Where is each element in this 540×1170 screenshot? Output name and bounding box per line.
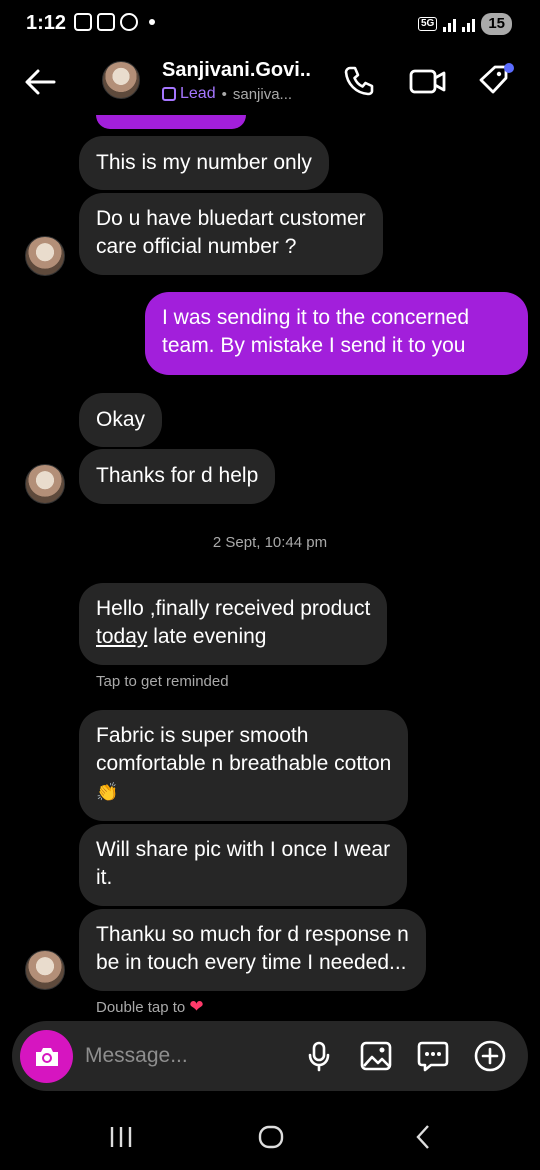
- message-text: Thanks for d help: [96, 464, 259, 487]
- message-input[interactable]: Message...: [85, 1044, 188, 1068]
- reminder-hint[interactable]: Tap to get reminded: [96, 673, 229, 690]
- home-icon[interactable]: [256, 1122, 286, 1152]
- previous-message-edge: [96, 115, 246, 129]
- message-text-line: Will share pic with I once I wear: [96, 838, 391, 861]
- contact-avatar[interactable]: [102, 61, 140, 99]
- tag-icon[interactable]: [476, 63, 518, 99]
- message-text: Okay: [96, 408, 146, 431]
- screenshot-icon: [97, 13, 115, 31]
- message-text-line: I was sending it to the concerned: [162, 306, 470, 329]
- clapping-hands-emoji: 👏: [96, 782, 119, 802]
- contact-avatar-small[interactable]: [25, 236, 65, 276]
- contact-subtitle: Lead • sanjiva...: [162, 85, 292, 103]
- message-text-line: Do u have bluedart customer: [96, 207, 366, 230]
- status-right: 5G 15: [417, 13, 512, 35]
- message-text-line: care official number ?: [96, 235, 297, 258]
- notification-icons: [74, 13, 155, 31]
- message-bubble[interactable]: Thanku so much for d response n be in to…: [79, 909, 426, 991]
- message-bubble[interactable]: Do u have bluedart customer care officia…: [79, 193, 383, 275]
- lead-text: Lead: [180, 85, 216, 102]
- heart-icon: ❤: [189, 997, 204, 1016]
- message-text-line: comfortable n breathable cotton: [96, 752, 392, 775]
- message-bubble[interactable]: This is my number only: [79, 136, 329, 190]
- message-text-line: team. By mistake I send it to you: [162, 334, 466, 357]
- add-plus-icon[interactable]: [473, 1039, 507, 1073]
- more-notifications-dot-icon: [149, 19, 155, 25]
- whatsapp-icon: [120, 13, 138, 31]
- message-composer: Message...: [12, 1021, 528, 1091]
- signal-icon-2: [462, 16, 476, 32]
- date-link[interactable]: today: [96, 625, 147, 648]
- message-text-line: Hello ,finally received product: [96, 597, 371, 620]
- contact-avatar-small[interactable]: [25, 464, 65, 504]
- message-text: This is my number only: [96, 151, 312, 174]
- video-call-icon[interactable]: [408, 63, 448, 99]
- date-separator: 2 Sept, 10:44 pm: [212, 534, 328, 551]
- status-time: 1:12: [26, 12, 67, 34]
- camera-button[interactable]: [20, 1030, 73, 1083]
- recent-apps-icon[interactable]: [106, 1122, 136, 1152]
- lead-label: Lead: [162, 85, 216, 103]
- gallery-icon[interactable]: [359, 1039, 393, 1073]
- message-bubble[interactable]: Hello ,finally received product today la…: [79, 583, 388, 665]
- message-bubble[interactable]: Okay: [79, 393, 163, 447]
- network-type: 5G: [417, 17, 438, 31]
- double-tap-hint: Double tap to ❤: [96, 997, 204, 1017]
- message-text-rest: late evening: [147, 625, 267, 648]
- double-tap-text: Double tap to: [96, 999, 186, 1016]
- contact-handle: sanjiva...: [232, 85, 293, 103]
- back-arrow-icon[interactable]: [22, 64, 58, 100]
- notification-dot-icon: [504, 63, 514, 73]
- own-message-bubble[interactable]: I was sending it to the concerned team. …: [145, 292, 528, 375]
- status-bar: 1:12 5G 15: [0, 0, 540, 50]
- chat-header: Sanjivani.Govi... Lead • sanjiva...: [0, 50, 540, 120]
- play-store-icon: [74, 13, 92, 31]
- camera-icon: [35, 1047, 58, 1066]
- contact-avatar-small[interactable]: [25, 950, 65, 990]
- message-text-line: Thanku so much for d response n: [96, 923, 409, 946]
- message-bubble[interactable]: Thanks for d help: [79, 449, 276, 504]
- signal-icon: [443, 16, 457, 32]
- sticker-chat-icon[interactable]: [416, 1039, 450, 1073]
- lead-icon: [162, 87, 176, 101]
- phone-icon[interactable]: [341, 63, 377, 99]
- separator-dot: •: [221, 85, 227, 103]
- battery-level: 15: [481, 13, 512, 35]
- message-text-line: be in touch every time I needed...: [96, 951, 407, 974]
- message-bubble[interactable]: Will share pic with I once I wear it.: [79, 824, 408, 906]
- back-nav-icon[interactable]: [408, 1122, 438, 1152]
- microphone-icon[interactable]: [302, 1039, 336, 1073]
- system-nav-bar: [0, 1100, 540, 1170]
- message-bubble[interactable]: Fabric is super smooth comfortable n bre…: [79, 710, 409, 821]
- message-text-line: Fabric is super smooth: [96, 724, 309, 747]
- contact-name[interactable]: Sanjivani.Govi...: [162, 59, 312, 82]
- message-text-line: it.: [96, 866, 113, 889]
